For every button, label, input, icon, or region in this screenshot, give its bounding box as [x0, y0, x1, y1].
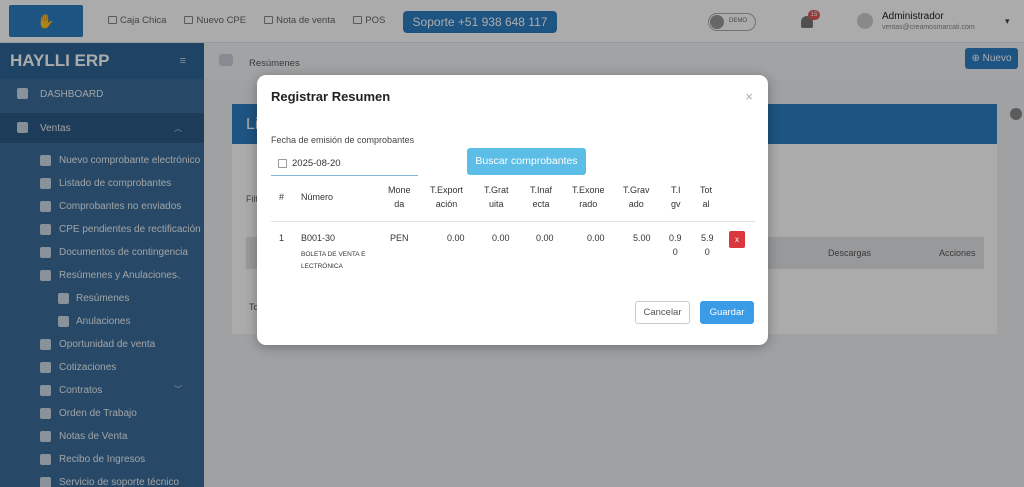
col-igv: T.I gv	[671, 185, 681, 209]
col-total: Tot al	[700, 185, 713, 209]
cell-exportacion: 0.00	[447, 233, 465, 243]
col-gravado: T.Grav ado	[623, 185, 650, 209]
header-divider	[271, 221, 755, 222]
delete-row-button[interactable]: x	[729, 231, 745, 248]
cancel-button[interactable]: Cancelar	[635, 301, 690, 324]
col-index: #	[279, 192, 285, 202]
registrar-resumen-modal: Registrar Resumen × Fecha de emisión de …	[257, 75, 768, 345]
cell-exonerado: 0.00	[587, 233, 605, 243]
col-gratuita: T.Grat uita	[484, 185, 509, 209]
cell-numero: B001-30	[301, 233, 336, 243]
cell-descripcion: BOLETA DE VENTA E LECTRÓNICA	[301, 251, 366, 270]
col-moneda: Mone da	[388, 185, 411, 209]
cell-index: 1	[279, 233, 285, 243]
cell-inafecta: 0.00	[536, 233, 554, 243]
col-inafecta: T.Inaf ecta	[530, 185, 553, 209]
col-numero: Número	[301, 192, 334, 202]
date-value: 2025-08-20	[292, 158, 341, 169]
calendar-icon	[278, 159, 287, 168]
col-exportacion: T.Export ación	[430, 185, 464, 209]
cell-igv: 0.9 0	[669, 233, 682, 257]
date-label: Fecha de emisión de comprobantes	[271, 135, 415, 145]
cell-moneda: PEN	[390, 233, 409, 243]
save-button[interactable]: Guardar	[700, 301, 754, 324]
close-icon[interactable]: ×	[745, 89, 753, 104]
cell-gravado: 5.00	[633, 233, 651, 243]
col-exonerado: T.Exone rado	[572, 185, 605, 209]
search-vouchers-button[interactable]: Buscar comprobantes	[467, 148, 586, 175]
date-field[interactable]: 2025-08-20	[271, 154, 418, 176]
cell-gratuita: 0.00	[492, 233, 510, 243]
cell-total: 5.9 0	[701, 233, 714, 257]
modal-title: Registrar Resumen	[271, 89, 391, 104]
